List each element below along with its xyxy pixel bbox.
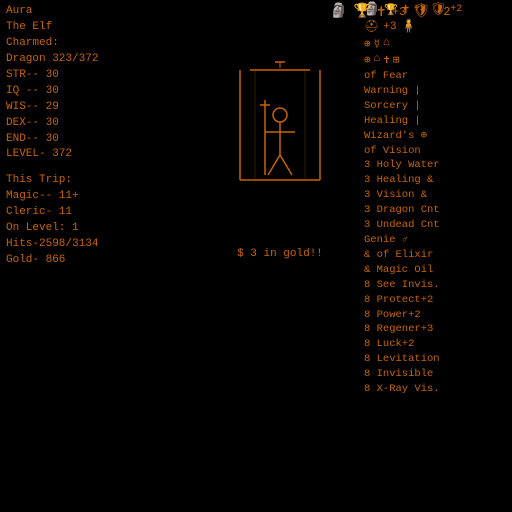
charmed-value: Dragon 323/372 <box>6 52 194 68</box>
trip-stat-line: Hits-2598/3134 <box>6 237 194 253</box>
stat-line: END-- 30 <box>6 132 194 148</box>
top-shield-icon: 🛡 <box>412 3 430 20</box>
right-item: Sorcery | <box>364 99 508 114</box>
right-item: Genie ♂ <box>364 233 508 248</box>
armor-icon: 🧍 <box>400 19 416 34</box>
book-icon: ⌂ <box>374 53 381 67</box>
stat-line: IQ -- 30 <box>6 84 194 100</box>
box-icon: ⊞ <box>393 53 400 67</box>
right-item: Warning | <box>364 84 508 99</box>
right-item: 8 Luck+2 <box>364 337 508 352</box>
top-shield-value: +2 <box>436 5 450 19</box>
stats-container: STR-- 30IQ -- 30WIS-- 29DEX-- 30END-- 30… <box>6 68 194 164</box>
right-item: 3 Healing & <box>364 173 508 188</box>
right-item: 8 Levitation <box>364 352 508 367</box>
gold-label: $ 3 in gold!! <box>237 248 323 260</box>
caduceus-icon: ☿ <box>374 37 381 51</box>
right-third-icons-row: ⊕ ☿ ⌂ <box>364 37 508 51</box>
right-item: 8 Protect+2 <box>364 293 508 308</box>
right-fourth-icons-row: ⊕ ⌂ ✝ ⊞ <box>364 53 508 67</box>
right-item: 8 See Invis. <box>364 278 508 293</box>
right-item: of Fear <box>364 69 508 84</box>
right-second-icons-row: ⛑ +3 🧍 <box>364 19 508 34</box>
right-items-container: of FearWarning |Sorcery |Healing |Wizard… <box>364 69 508 397</box>
right-item: of Vision <box>364 144 508 159</box>
ring-icon: ⊕ <box>364 53 371 67</box>
right-item: & of Elixir <box>364 248 508 263</box>
right-item: 3 Holy Water <box>364 158 508 173</box>
top-cross-value: +3 <box>392 5 406 19</box>
right-item: 8 X-Ray Vis. <box>364 382 508 397</box>
right-item: 3 Dragon Cnt <box>364 203 508 218</box>
trip-container: Magic-- 11+Cleric- 11On Level: 1Hits-259… <box>6 189 194 269</box>
character-name: Aura <box>6 4 194 20</box>
right-item: 3 Undead Cnt <box>364 218 508 233</box>
main-container: Aura The Elf Charmed: Dragon 323/372 STR… <box>0 0 512 512</box>
stat-line: LEVEL- 372 <box>6 147 194 163</box>
trip-stat-line: Cleric- 11 <box>6 205 194 221</box>
trip-header: This Trip: <box>6 173 194 189</box>
top-statue-icon: 🗿 <box>330 3 347 20</box>
right-item: & Magic Oil <box>364 263 508 278</box>
top-trophy-icon: 🏆 <box>353 3 370 20</box>
trip-stat-line: Magic-- 11+ <box>6 189 194 205</box>
center-panel: $ 3 in gold!! <box>200 0 360 512</box>
charmed-label: Charmed: <box>6 36 194 52</box>
right-item: Healing | <box>364 114 508 129</box>
trip-stat-line: Gold- 866 <box>6 253 194 269</box>
right-item: 8 Invisible <box>364 367 508 382</box>
right-panel: 🗿 🏆 ✝ +3 🛡 +2 ⛑ +3 🧍 ⊕ ☿ ⌂ ⊕ ⌂ ✝ ⊞ <box>360 0 512 512</box>
helmet-icon: ⛑ <box>364 19 379 34</box>
top-cross-icon: ✝ <box>377 2 386 21</box>
dungeon-scene: $ 3 in gold!! <box>220 60 340 260</box>
right-item: 8 Power+2 <box>364 308 508 323</box>
helmet-plus3: +3 <box>383 21 396 33</box>
left-panel: Aura The Elf Charmed: Dragon 323/372 STR… <box>0 0 200 512</box>
right-item: Wizard's ⊕ <box>364 129 508 144</box>
right-item: 8 Regener+3 <box>364 322 508 337</box>
right-item: 3 Vision & <box>364 188 508 203</box>
top-overlay-icons: 🗿 🏆 ✝ +3 🛡 +2 <box>330 2 451 21</box>
character-class: The Elf <box>6 20 194 36</box>
circle-icon: ⊕ <box>364 37 371 51</box>
trip-stat-line: On Level: 1 <box>6 221 194 237</box>
stat-line: STR-- 30 <box>6 68 194 84</box>
stat-line: DEX-- 30 <box>6 116 194 132</box>
dungeon-svg <box>220 60 340 240</box>
house-icon: ⌂ <box>383 37 390 51</box>
stat-line: WIS-- 29 <box>6 100 194 116</box>
cross2-icon: ✝ <box>383 53 390 67</box>
shield-plus2: +2 <box>450 4 462 15</box>
